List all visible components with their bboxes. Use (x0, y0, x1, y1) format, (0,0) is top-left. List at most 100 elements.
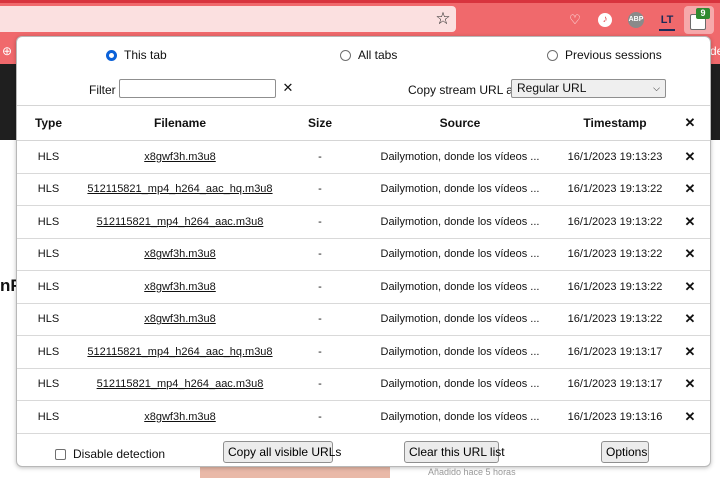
row-filename-link[interactable]: x8gwf3h.m3u8 (80, 151, 280, 163)
row-filename-link[interactable]: x8gwf3h.m3u8 (80, 313, 280, 325)
page-added-text: Añadido hace 5 horas (428, 467, 516, 477)
tab-label: All tabs (358, 48, 398, 62)
table-row: HLS x8gwf3h.m3u8 - Dailymotion, donde los v… (17, 271, 710, 304)
copy-format-value: Regular URL (517, 81, 587, 95)
column-header-filename[interactable]: Filename (80, 116, 280, 130)
column-header-size[interactable]: Size (280, 116, 360, 130)
chevron-down-icon: ⌵ (653, 83, 660, 93)
row-type: HLS (37, 183, 60, 196)
tab-all-tabs[interactable]: All tabs (340, 48, 397, 62)
table-row: HLS 512115821_mp4_h264_aac.m3u8 - Dailymoti… (17, 206, 710, 239)
row-type: HLS (37, 313, 60, 326)
row-timestamp: 16/1/2023 19:13:22 (567, 280, 663, 293)
adblock-icon[interactable]: ABP (627, 11, 645, 29)
row-remove-icon[interactable]: ✕ (670, 181, 710, 197)
row-timestamp: 16/1/2023 19:13:22 (567, 313, 663, 326)
row-size: - (318, 280, 322, 293)
filter-label: Filter (89, 83, 116, 97)
row-type: HLS (37, 248, 60, 261)
row-source: Dailymotion, donde los vídeos ... (380, 313, 540, 326)
checkbox-icon (55, 448, 66, 460)
table-header: Type Filename Size Source Timestamp ✕ (17, 105, 710, 141)
bookmark-tail-text[interactable]: de (710, 44, 720, 58)
row-source: Dailymotion, donde los vídeos ... (380, 150, 540, 163)
stream-detector-extension-button[interactable]: 9 (684, 6, 714, 34)
row-remove-icon[interactable]: ✕ (670, 344, 710, 360)
options-button[interactable]: Options (601, 441, 649, 463)
tab-label: This tab (124, 48, 167, 62)
row-filename-link[interactable]: 512115821_mp4_h264_aac_hq.m3u8 (80, 183, 280, 195)
popup-footer: Disable detection Copy all visible URLs … (17, 441, 710, 465)
globe-icon[interactable]: ⊕ (2, 44, 16, 58)
tab-label: Previous sessions (565, 48, 662, 62)
clear-url-list-button[interactable]: Clear this URL list (404, 441, 505, 463)
table-row: HLS x8gwf3h.m3u8 - Dailymotion, donde los v… (17, 141, 710, 174)
row-remove-icon[interactable]: ✕ (670, 409, 710, 425)
row-timestamp: 16/1/2023 19:13:17 (567, 378, 663, 391)
disable-detection-label: Disable detection (73, 447, 166, 461)
row-source: Dailymotion, donde los vídeos ... (380, 215, 540, 228)
row-source: Dailymotion, donde los vídeos ... (380, 248, 540, 261)
row-type: HLS (37, 150, 60, 163)
row-filename-link[interactable]: x8gwf3h.m3u8 (80, 411, 280, 423)
row-type: HLS (37, 345, 60, 358)
table-row: HLS 512115821_mp4_h264_aac_hq.m3u8 - Dailym… (17, 174, 710, 206)
copy-stream-label: Copy stream URL as (408, 83, 519, 97)
music-extension-icon[interactable]: ♪ (597, 11, 613, 29)
column-header-source[interactable]: Source (360, 116, 560, 130)
column-header-type[interactable]: Type (17, 116, 80, 130)
row-size: - (318, 248, 322, 261)
stream-detector-popup: This tab All tabs Previous sessions Filt… (16, 36, 711, 467)
row-timestamp: 16/1/2023 19:13:23 (567, 150, 663, 163)
row-type: HLS (37, 215, 60, 228)
bookmark-star-icon[interactable]: ☆ (433, 9, 453, 29)
row-timestamp: 16/1/2023 19:13:17 (567, 345, 663, 358)
row-timestamp: 16/1/2023 19:13:16 (567, 410, 663, 423)
row-type: HLS (37, 280, 60, 293)
column-header-timestamp[interactable]: Timestamp (560, 116, 670, 130)
filter-clear-icon[interactable]: ✕ (281, 80, 295, 96)
tab-this-tab[interactable]: This tab (106, 48, 167, 62)
languagetool-icon[interactable]: LT (658, 11, 676, 31)
row-filename-link[interactable]: 512115821_mp4_h264_aac.m3u8 (80, 378, 280, 390)
copy-all-urls-button[interactable]: Copy all visible URLs (223, 441, 341, 463)
row-timestamp: 16/1/2023 19:13:22 (567, 183, 663, 196)
table-row: HLS x8gwf3h.m3u8 - Dailymotion, donde los v… (17, 304, 710, 336)
row-size: - (318, 345, 322, 358)
table-row: HLS x8gwf3h.m3u8 - Dailymotion, donde los v… (17, 239, 710, 271)
row-filename-link[interactable]: 512115821_mp4_h264_aac_hq.m3u8 (80, 346, 280, 358)
page-thumbnail[interactable] (200, 466, 390, 478)
pocket-icon[interactable]: ♡ (567, 11, 583, 29)
row-size: - (318, 215, 322, 228)
clear-all-icon[interactable]: ✕ (670, 115, 710, 131)
row-source: Dailymotion, donde los vídeos ... (380, 378, 540, 391)
row-timestamp: 16/1/2023 19:13:22 (567, 215, 663, 228)
row-filename-link[interactable]: 512115821_mp4_h264_aac.m3u8 (80, 216, 280, 228)
filter-input[interactable] (119, 79, 276, 98)
radio-selected-icon (106, 49, 117, 61)
row-remove-icon[interactable]: ✕ (670, 311, 710, 327)
row-remove-icon[interactable]: ✕ (670, 246, 710, 262)
row-size: - (318, 410, 322, 423)
row-source: Dailymotion, donde los vídeos ... (380, 410, 540, 423)
row-type: HLS (37, 378, 60, 391)
table-row: HLS 512115821_mp4_h264_aac_hq.m3u8 - Dailym… (17, 336, 710, 369)
row-filename-link[interactable]: x8gwf3h.m3u8 (80, 248, 280, 260)
radio-icon (340, 49, 351, 61)
tab-previous-sessions[interactable]: Previous sessions (547, 48, 662, 62)
row-size: - (318, 313, 322, 326)
row-filename-link[interactable]: x8gwf3h.m3u8 (80, 281, 280, 293)
row-source: Dailymotion, donde los vídeos ... (380, 345, 540, 358)
copy-format-select[interactable]: Regular URL ⌵ (511, 79, 666, 98)
row-source: Dailymotion, donde los vídeos ... (380, 280, 540, 293)
row-size: - (318, 183, 322, 196)
row-remove-icon[interactable]: ✕ (670, 149, 710, 165)
radio-icon (547, 49, 558, 61)
row-remove-icon[interactable]: ✕ (670, 376, 710, 392)
row-remove-icon[interactable]: ✕ (670, 214, 710, 230)
row-remove-icon[interactable]: ✕ (670, 279, 710, 295)
disable-detection-checkbox[interactable]: Disable detection (55, 447, 165, 461)
table-row: HLS 512115821_mp4_h264_aac.m3u8 - Dailymoti… (17, 369, 710, 401)
extension-badge: 9 (696, 8, 710, 19)
url-bar[interactable] (0, 6, 456, 32)
